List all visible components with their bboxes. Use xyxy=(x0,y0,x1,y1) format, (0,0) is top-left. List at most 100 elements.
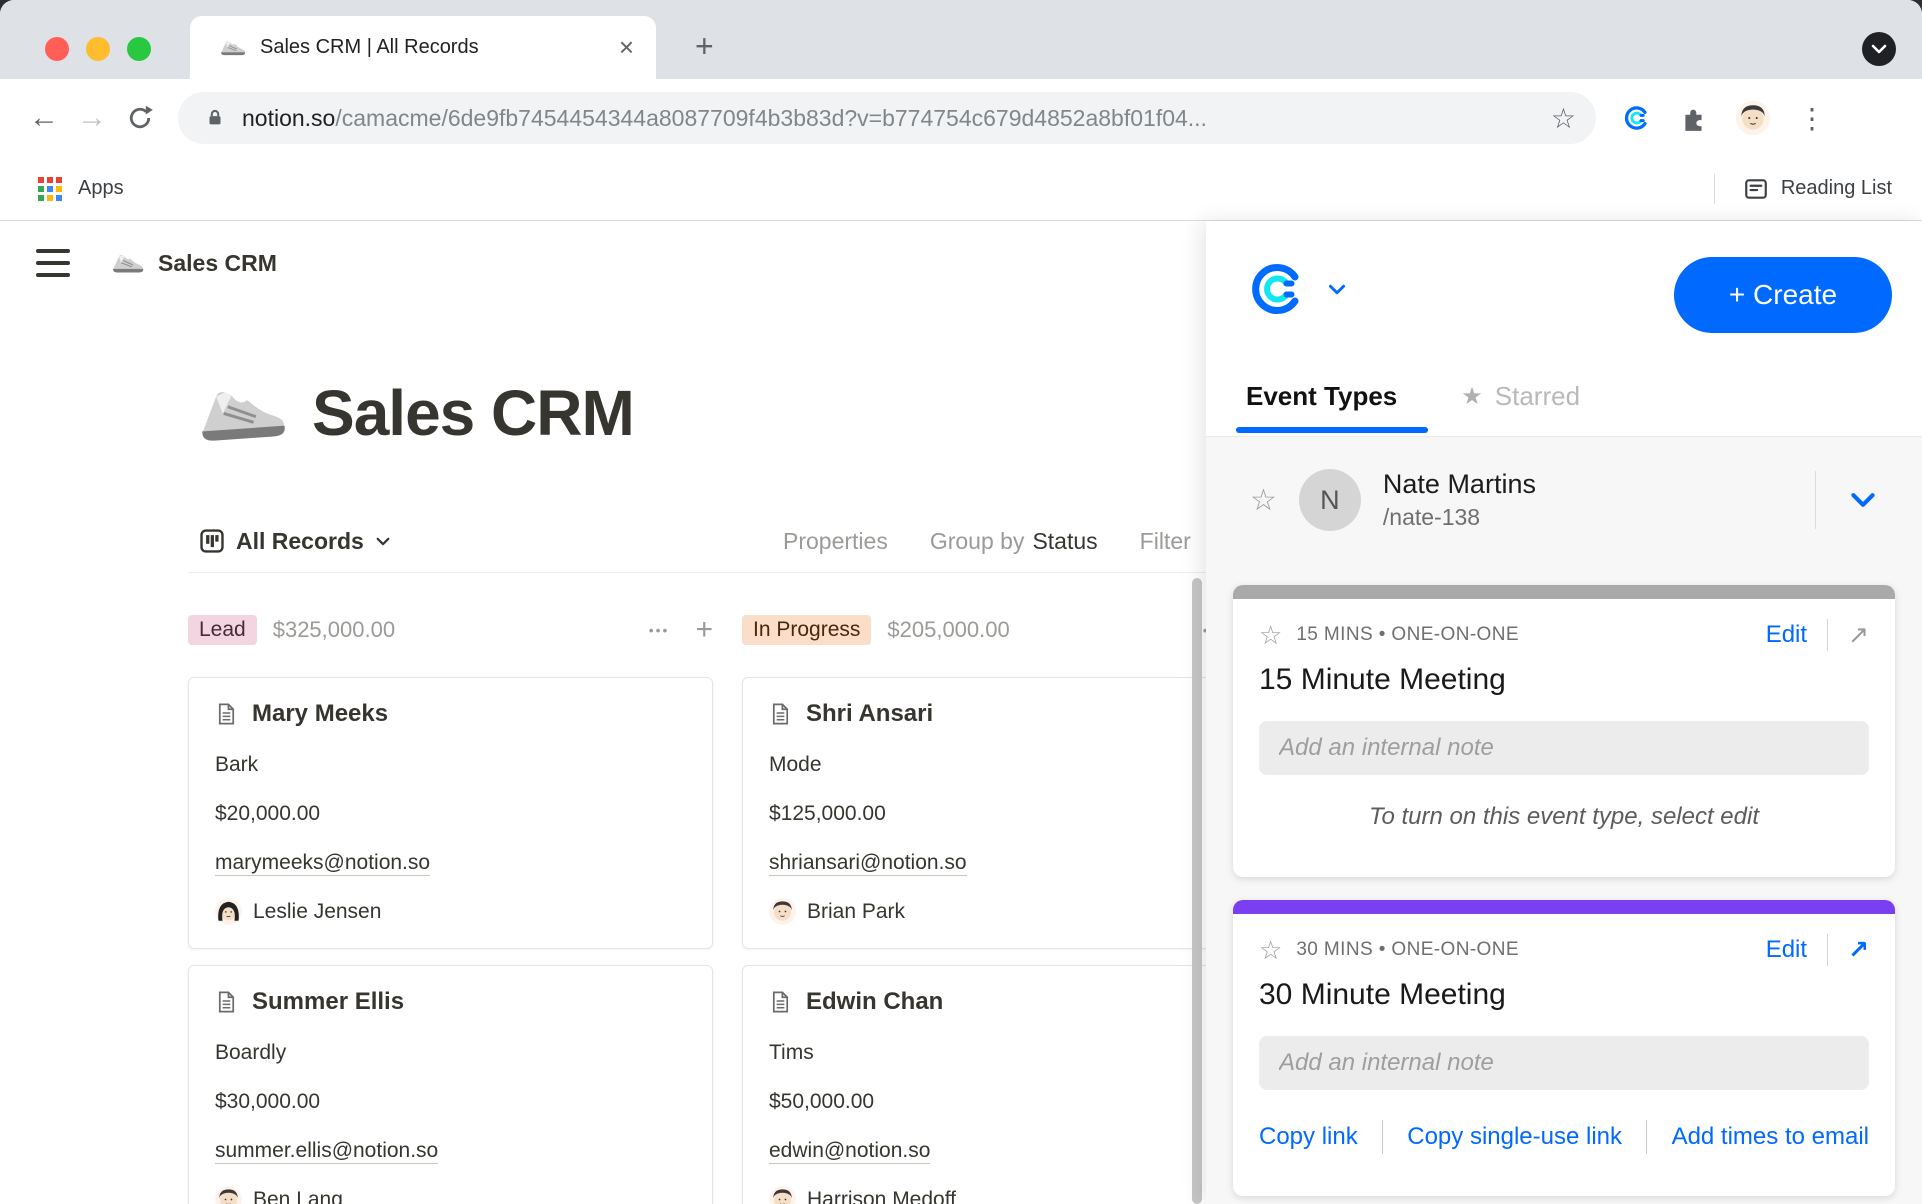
filter-button[interactable]: Filter xyxy=(1140,528,1191,555)
note-field-wrap xyxy=(1259,721,1869,775)
create-button[interactable]: + Create xyxy=(1674,257,1892,333)
amount-value: $50,000.00 xyxy=(769,1090,1240,1114)
owner-row: Brian Park xyxy=(769,898,1240,925)
copy-single-use-link-button[interactable]: Copy single-use link xyxy=(1407,1123,1622,1151)
crm-card[interactable]: Edwin Chan Tims $50,000.00 edwin@notion.… xyxy=(742,965,1267,1204)
workspace-title: Sales CRM xyxy=(158,250,277,277)
event-type-card-30min[interactable]: ☆ 30 MINS • ONE-ON-ONE Edit ↗ 30 Minute … xyxy=(1233,900,1895,1196)
internal-note-input[interactable] xyxy=(1259,1036,1869,1090)
url-bar[interactable]: notion.so/camacme/6de9fb7454454344a80877… xyxy=(178,92,1596,144)
event-color-bar xyxy=(1233,585,1895,599)
crm-card[interactable]: Summer Ellis Boardly $30,000.00 summer.e… xyxy=(188,965,713,1204)
tab-search-button[interactable] xyxy=(1862,32,1896,66)
board-view-icon xyxy=(200,529,224,553)
company-value: Bark xyxy=(215,753,686,777)
event-color-bar xyxy=(1233,900,1895,914)
copy-link-button[interactable]: Copy link xyxy=(1259,1123,1358,1151)
calendly-account-menu[interactable] xyxy=(1246,257,1346,321)
event-hint: To turn on this event type, select edit xyxy=(1259,803,1869,831)
status-badge[interactable]: Lead xyxy=(188,615,257,645)
page-icon xyxy=(215,989,238,1015)
star-icon[interactable]: ☆ xyxy=(1259,620,1282,651)
star-icon: ★ xyxy=(1461,382,1483,411)
forward-button[interactable]: → xyxy=(68,101,116,135)
hamburger-menu-icon[interactable] xyxy=(36,249,70,277)
event-meta: 30 MINS • ONE-ON-ONE xyxy=(1296,939,1519,961)
event-actions: Copy link Copy single-use link Add times… xyxy=(1259,1120,1869,1154)
reload-button[interactable] xyxy=(116,104,164,132)
email-link[interactable]: summer.ellis@notion.so xyxy=(215,1139,438,1164)
card-title-row: Shri Ansari xyxy=(769,700,1240,728)
event-title: 15 Minute Meeting xyxy=(1259,663,1869,697)
extensions-puzzle-icon[interactable] xyxy=(1680,104,1708,132)
reading-list-area: Reading List xyxy=(1714,174,1892,204)
browser-tab[interactable]: Sales CRM | All Records × xyxy=(190,16,656,79)
apps-grid-icon[interactable] xyxy=(38,177,62,201)
calendly-extension-icon[interactable] xyxy=(1622,103,1652,133)
bookmarks-bar: Apps Reading List xyxy=(0,157,1922,221)
column-total: $205,000.00 xyxy=(887,617,1009,643)
url-text: notion.so/camacme/6de9fb7454454344a80877… xyxy=(242,105,1551,132)
page-icon-sneaker-icon[interactable] xyxy=(196,380,288,448)
contact-name: Edwin Chan xyxy=(806,988,943,1016)
browser-menu-icon[interactable]: ⋮ xyxy=(1798,102,1826,135)
open-external-icon[interactable]: ↗ xyxy=(1848,620,1869,650)
page-title[interactable]: Sales CRM xyxy=(312,381,634,445)
add-times-to-email-button[interactable]: Add times to email xyxy=(1672,1123,1869,1151)
bookmark-star-icon[interactable]: ☆ xyxy=(1551,102,1576,135)
calendly-logo-icon xyxy=(1246,257,1310,321)
new-tab-button[interactable]: + xyxy=(695,30,714,62)
tab-strip: Sales CRM | All Records × + xyxy=(0,0,1922,79)
chevron-down-icon xyxy=(376,537,390,546)
user-slug: /nate-138 xyxy=(1383,504,1536,531)
email-link[interactable]: edwin@notion.so xyxy=(769,1139,930,1164)
group-by-button[interactable]: Group byStatus xyxy=(930,528,1098,555)
owner-name: Harrison Medoff xyxy=(807,1188,956,1204)
properties-button[interactable]: Properties xyxy=(783,528,888,555)
view-selector[interactable]: All Records xyxy=(200,528,390,555)
view-name: All Records xyxy=(236,528,364,555)
user-row: ☆ N Nate Martins /nate-138 xyxy=(1250,469,1886,531)
crm-card[interactable]: Mary Meeks Bark $20,000.00 marymeeks@not… xyxy=(188,677,713,949)
event-meta-row: ☆ 15 MINS • ONE-ON-ONE Edit ↗ xyxy=(1259,619,1869,651)
amount-value: $20,000.00 xyxy=(215,802,686,826)
window-minimize-button[interactable] xyxy=(86,37,110,61)
tab-starred[interactable]: ★ Starred xyxy=(1461,381,1580,412)
internal-note-input[interactable] xyxy=(1259,721,1869,775)
edit-link[interactable]: Edit xyxy=(1766,936,1807,964)
reading-list-button[interactable]: Reading List xyxy=(1781,177,1892,200)
crm-card[interactable]: Shri Ansari Mode $125,000.00 shriansari@… xyxy=(742,677,1267,949)
workspace-title-row[interactable]: Sales CRM xyxy=(112,250,277,277)
star-icon[interactable]: ☆ xyxy=(1250,483,1277,518)
page-scrollbar[interactable] xyxy=(1192,578,1202,1204)
email-link[interactable]: shriansari@notion.so xyxy=(769,851,967,876)
email-link[interactable]: marymeeks@notion.so xyxy=(215,851,430,876)
tab-close-icon[interactable]: × xyxy=(619,32,634,63)
page-icon xyxy=(215,701,238,727)
window-zoom-button[interactable] xyxy=(127,37,151,61)
contact-name: Mary Meeks xyxy=(252,700,388,728)
collapse-chevron-icon[interactable] xyxy=(1850,492,1876,508)
divider xyxy=(1827,934,1828,966)
add-card-button[interactable]: + xyxy=(695,613,713,647)
open-external-icon[interactable]: ↗ xyxy=(1848,935,1869,965)
profile-avatar[interactable] xyxy=(1736,101,1770,135)
window-close-button[interactable] xyxy=(45,37,69,61)
back-button[interactable]: ← xyxy=(20,101,68,135)
status-badge[interactable]: In Progress xyxy=(742,615,871,645)
star-icon[interactable]: ☆ xyxy=(1259,935,1282,966)
owner-row: Leslie Jensen xyxy=(215,898,686,925)
tab-event-types[interactable]: Event Types xyxy=(1246,381,1397,412)
divider xyxy=(1382,1120,1383,1154)
apps-shortcut[interactable]: Apps xyxy=(78,177,124,200)
divider xyxy=(1815,471,1816,529)
page-content: Sales CRM Sales CRM All Records Properti… xyxy=(0,221,1922,1204)
toolbar-actions: Properties Group byStatus Filter xyxy=(783,528,1191,555)
column-menu-icon[interactable]: ••• xyxy=(649,622,670,638)
profile-face-icon xyxy=(1736,101,1770,135)
event-type-card-15min[interactable]: ☆ 15 MINS • ONE-ON-ONE Edit ↗ 15 Minute … xyxy=(1233,585,1895,877)
edit-link[interactable]: Edit xyxy=(1766,621,1807,649)
divider xyxy=(1827,619,1828,651)
calendly-body: ☆ N Nate Martins /nate-138 xyxy=(1206,437,1922,1204)
card-title-row: Mary Meeks xyxy=(215,700,686,728)
